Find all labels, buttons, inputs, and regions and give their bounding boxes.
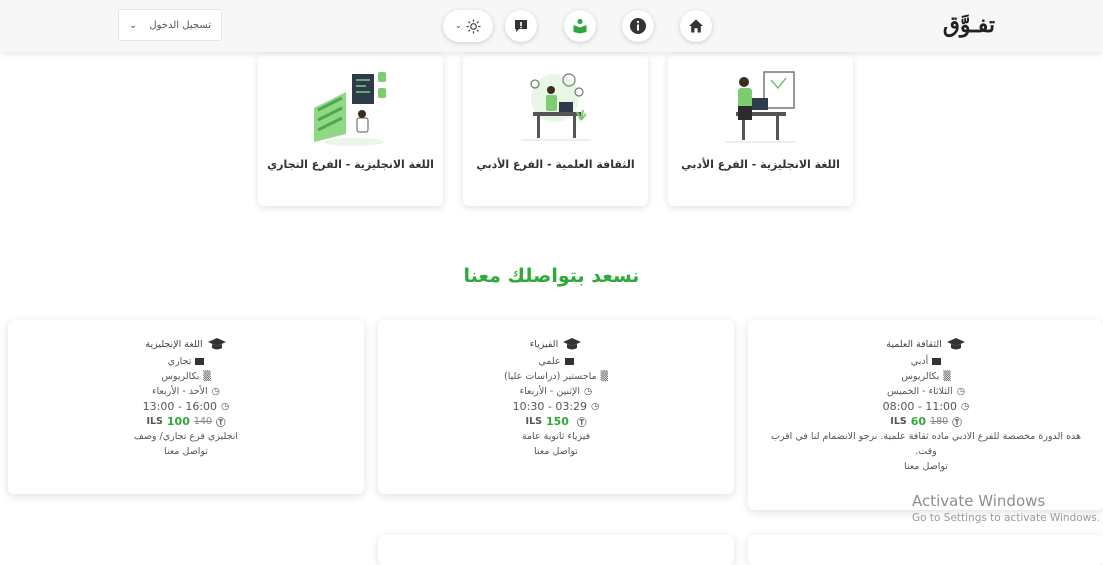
theme-toggle[interactable]: ⌄ (443, 10, 493, 42)
course-level: ماجستير (دراسات عليا) (504, 371, 597, 382)
top-navbar: تفـوَّق ⌄ ⌄ تسجيل الدخول (0, 0, 1103, 52)
course-days: الإثنين - الأربعاء (519, 386, 581, 397)
course-time: 03:29 - 10:30 (512, 400, 588, 413)
contact-link[interactable]: تواصل معنا (534, 446, 578, 457)
book-icon (932, 358, 942, 365)
course-name: الثقافة العلمية (886, 338, 942, 350)
dollar-icon: Ⓣ (216, 417, 226, 429)
course-price: 150 (545, 415, 569, 428)
info-icon (630, 18, 646, 34)
contact-link[interactable]: تواصل معنا (164, 446, 208, 457)
about-button[interactable] (622, 10, 654, 42)
watermark-subtitle: Go to Settings to activate Windows. (912, 512, 1101, 524)
book-icon (195, 358, 205, 365)
bar-chart-icon: ▒ (943, 371, 951, 382)
course-description: انجليزي فرع تجاري/ وصف (134, 431, 238, 442)
course-card[interactable]: الفيزياء علمي ▒ ماجستير (دراسات عليا) ◷ ال… (378, 320, 734, 494)
category-card[interactable]: الثقافة العلمية - الفرع الأدبي (463, 54, 648, 206)
book-icon (564, 358, 574, 365)
sun-icon (466, 18, 481, 34)
courses-button[interactable] (564, 10, 596, 42)
home-icon (689, 19, 703, 33)
category-card[interactable]: اللغة الانجليزية - الفرع التجاري (258, 54, 443, 206)
course-name: اللغة الإنجليزية (145, 338, 203, 350)
graduation-cap-icon (563, 338, 582, 350)
course-name: الفيزياء (529, 338, 559, 350)
library-illustration (313, 72, 386, 146)
course-card[interactable]: الثقافة العلمية أدبي ▒ بكالريوس ◷ الثلاثاء… (748, 320, 1103, 510)
graduation-cap-icon (207, 338, 226, 350)
home-button[interactable] (680, 10, 712, 42)
course-branch: علمي (538, 356, 561, 367)
course-price: 60 (910, 415, 927, 428)
bar-chart-icon: ▒ (600, 371, 608, 382)
course-currency: ILS (525, 416, 542, 427)
course-description: هذه الدورة مخصصة للفرع الادبي ماده ثقافة… (770, 431, 1082, 457)
course-card-partial[interactable] (378, 535, 734, 565)
dollar-icon: Ⓣ (576, 417, 587, 429)
clock-icon: ◷ (584, 386, 593, 397)
watermark-title: Activate Windows (912, 492, 1046, 510)
chevron-down-icon: ⌄ (454, 21, 463, 31)
clock-icon: ◷ (221, 401, 230, 412)
course-card-partial[interactable] (748, 535, 1103, 565)
clock-icon: ◷ (591, 401, 600, 412)
windows-activation-watermark: Activate Windows Go to Settings to activ… (912, 492, 1100, 524)
course-old-price: 180 (930, 416, 949, 427)
chevron-down-icon: ⌄ (129, 19, 138, 31)
clock-icon: ◷ (956, 386, 965, 397)
course-days: الأحد - الأربعاء (152, 386, 208, 397)
clock-icon: ◷ (961, 401, 970, 412)
teacher-illustration (725, 71, 796, 143)
clock-icon: ◷ (211, 386, 220, 397)
category-card[interactable]: اللغة الانجليزية - الفرع الأدبي (668, 54, 853, 206)
dollar-icon: Ⓣ (952, 417, 962, 429)
course-branch: تجاري (167, 356, 192, 367)
category-title: اللغة الانجليزية - الفرع التجاري (267, 158, 434, 171)
category-title: الثقافة العلمية - الفرع الأدبي (476, 158, 635, 171)
course-currency: ILS (890, 416, 907, 427)
course-time: 11:00 - 08:00 (882, 400, 958, 413)
site-logo[interactable]: تفـوَّق (943, 12, 995, 38)
course-currency: ILS (146, 416, 163, 427)
category-title: اللغة الانجليزية - الفرع الأدبي (681, 158, 840, 171)
course-description: فيزياء ثانوية عامة (521, 431, 591, 442)
course-level: بكالريوس (161, 371, 200, 382)
course-level: بكالريوس (901, 371, 940, 382)
login-label: تسجيل الدخول (149, 19, 211, 31)
course-card[interactable]: اللغة الإنجليزية تجاري ▒ بكالريوس ◷ الأحد … (8, 320, 364, 494)
graduation-cap-icon (946, 338, 965, 350)
contact-link[interactable]: تواصل معنا (904, 461, 948, 472)
course-branch: أدبي (910, 356, 929, 367)
course-price: 100 (166, 415, 190, 428)
section-title: نسعد بتواصلك معنا (463, 265, 640, 287)
science-illustration (520, 73, 591, 141)
feedback-icon (515, 20, 527, 32)
course-old-price: 140 (193, 416, 213, 427)
course-time: 16:00 - 13:00 (142, 400, 218, 413)
course-days: الثلاثاء - الخميس (887, 386, 953, 397)
bar-chart-icon: ▒ (203, 371, 211, 382)
book-reader-icon (573, 18, 587, 34)
feedback-button[interactable] (505, 10, 537, 42)
login-dropdown[interactable]: ⌄ تسجيل الدخول (118, 9, 222, 41)
